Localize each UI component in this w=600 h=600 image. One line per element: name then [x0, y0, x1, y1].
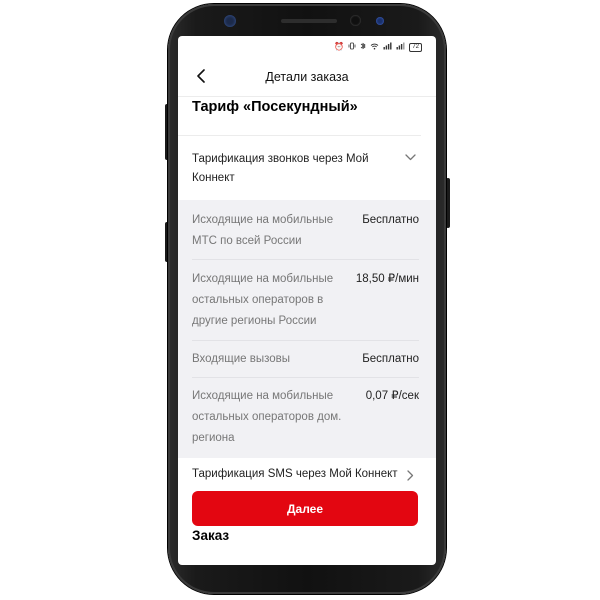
sms-tariffication-link[interactable]: Тарификация SMS через Мой Коннект [178, 458, 436, 494]
calls-tariffs-panel: Бесплатно Исходящие на мобильные МТС по … [178, 200, 436, 458]
alarm-icon: ⏰ [334, 42, 345, 51]
vibrate-icon [348, 42, 356, 52]
tariff-row: Бесплатно Входящие вызовы [192, 341, 419, 378]
header: Детали заказа [178, 58, 436, 97]
iris-sensor-icon [224, 15, 236, 27]
calls-tariffication-toggle[interactable]: Тарификация звонков через Мой Коннект [178, 136, 436, 198]
page-title: Детали заказа [265, 70, 349, 84]
bluetooth-icon [360, 42, 366, 52]
status-bar: ⏰ 72 [178, 36, 436, 58]
power-button [446, 178, 450, 228]
tariff-row-value: 0,07 ₽/сек [365, 390, 419, 402]
tariff-row-label: Исходящие на мобильные остальных операто… [192, 273, 334, 327]
battery-indicator: 72 [409, 42, 422, 52]
order-details: Тариф «Посекундный» Тарификация звонков … [178, 97, 436, 494]
signal-icon [396, 42, 405, 52]
next-button[interactable]: Далее [192, 491, 418, 526]
tariff-row-label: Исходящие на мобильные остальных операто… [192, 390, 342, 444]
tariff-row: 0,07 ₽/сек Исходящие на мобильные осталь… [192, 378, 419, 458]
tariff-row-label: Исходящие на мобильные МТС по всей Росси… [192, 214, 334, 247]
order-heading: Заказ [192, 528, 230, 543]
app-screen: ⏰ 72 Детали заказа Тариф «Посекундный» Т… [178, 36, 436, 565]
tariff-row-value: Бесплатно [362, 214, 419, 226]
chevron-right-icon [407, 470, 414, 481]
tariff-row-value: Бесплатно [362, 353, 419, 365]
tariff-title: Тариф «Посекундный» [178, 97, 421, 136]
earpiece-speaker [281, 19, 337, 23]
signal-icon [383, 42, 392, 52]
sms-tariffication-label: Тарификация SMS через Мой Коннект [192, 468, 398, 480]
wifi-icon [370, 42, 379, 52]
proximity-sensor-icon [376, 17, 384, 25]
chevron-down-icon [405, 154, 416, 161]
stage: ⏰ 72 Детали заказа Тариф «Посекундный» Т… [0, 0, 600, 600]
front-camera-icon [350, 15, 361, 26]
tariff-row: 18,50 ₽/мин Исходящие на мобильные остал… [192, 260, 419, 341]
tariff-row: Бесплатно Исходящие на мобильные МТС по … [192, 200, 419, 260]
tariff-row-value: 18,50 ₽/мин [355, 273, 419, 285]
tariff-row-label: Входящие вызовы [192, 353, 291, 365]
calls-tariffication-label: Тарификация звонков через Мой Коннект [192, 153, 369, 184]
